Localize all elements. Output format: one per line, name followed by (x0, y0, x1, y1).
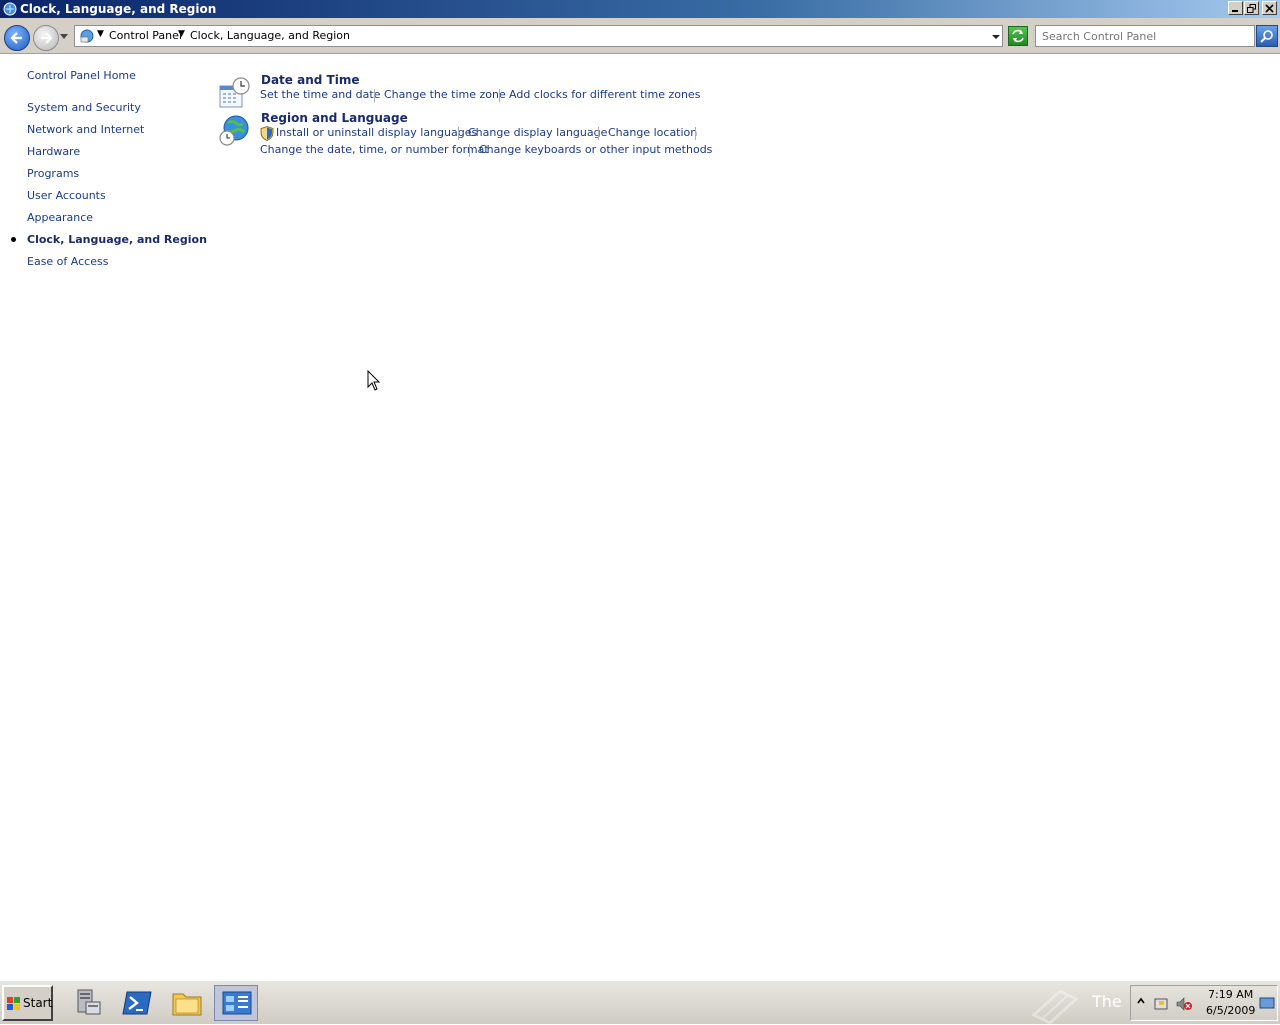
powershell-icon (122, 991, 152, 1015)
chevron-down-icon[interactable]: ▼ (97, 29, 104, 39)
task-separator (374, 89, 375, 102)
close-icon (1265, 4, 1274, 13)
minimize-icon (1232, 10, 1238, 12)
recent-pages-dropdown[interactable] (60, 34, 68, 39)
category-title-region-and-language[interactable]: Region and Language (261, 111, 408, 125)
shield-icon (260, 126, 274, 141)
chevron-down-icon[interactable]: ▼ (178, 29, 185, 39)
watermark-text: The Collection Book (1092, 992, 1128, 1011)
show-desktop-icon[interactable] (1259, 996, 1275, 1010)
calendar-clock-icon[interactable] (218, 76, 252, 110)
search-input[interactable] (1035, 25, 1255, 47)
category-title-date-and-time[interactable]: Date and Time (261, 73, 359, 87)
globe-clock-icon[interactable] (218, 113, 252, 147)
address-field[interactable]: ▼ Control Panel ▼ Clock, Language, and R… (74, 25, 1003, 47)
restore-icon (1247, 4, 1256, 13)
notification-area (1130, 985, 1278, 1021)
mouse-cursor-icon (367, 370, 381, 391)
clock-time[interactable]: 7:19 AM (1208, 988, 1253, 1001)
address-dropdown-icon[interactable] (990, 29, 1002, 43)
volume-muted-icon[interactable] (1175, 996, 1193, 1012)
title-bar[interactable]: Clock, Language, and Region (0, 0, 1280, 18)
task-add-clocks[interactable]: Add clocks for different time zones (509, 88, 700, 102)
window-title: Clock, Language, and Region (20, 2, 217, 16)
address-toolbar: ▼ Control Panel ▼ Clock, Language, and R… (0, 18, 1280, 54)
task-change-display-language[interactable]: Change display language (468, 126, 607, 140)
sidebar-item-network-and-internet[interactable]: Network and Internet (27, 123, 144, 137)
refresh-button[interactable] (1008, 26, 1028, 46)
task-separator (469, 144, 470, 157)
minimize-button[interactable] (1228, 1, 1243, 15)
task-separator (499, 89, 500, 102)
task-separator (695, 127, 696, 140)
sidebar-item-control-panel-home[interactable]: Control Panel Home (27, 69, 136, 83)
restore-button[interactable] (1244, 1, 1259, 15)
start-button[interactable]: Start (2, 985, 53, 1021)
control-panel-icon (80, 29, 94, 43)
sidebar-item-user-accounts[interactable]: User Accounts (27, 189, 106, 203)
taskbar-control-panel[interactable] (214, 985, 258, 1021)
windows-logo-icon (7, 997, 20, 1010)
taskbar-explorer[interactable] (165, 985, 209, 1021)
sidebar-item-ease-of-access[interactable]: Ease of Access (27, 255, 108, 269)
sidebar-item-appearance[interactable]: Appearance (27, 211, 93, 225)
server-manager-icon (77, 989, 101, 1015)
task-set-time-and-date[interactable]: Set the time and date (260, 88, 380, 102)
task-separator (598, 127, 599, 140)
sidebar-item-clock-language-region: Clock, Language, and Region (27, 233, 207, 246)
forward-button[interactable] (33, 25, 59, 51)
clock-date[interactable]: 6/5/2009 (1206, 1004, 1255, 1017)
task-change-time-zone[interactable]: Change the time zone (384, 88, 506, 102)
search-button[interactable] (1256, 25, 1278, 47)
arrow-right-icon (41, 32, 53, 44)
sidebar-item-hardware[interactable]: Hardware (27, 145, 80, 159)
taskbar-server-manager[interactable] (66, 985, 110, 1021)
breadcrumb-control-panel[interactable]: Control Panel (109, 29, 182, 43)
task-change-date-time-number-format[interactable]: Change the date, time, or number format (260, 143, 489, 157)
task-install-display-languages[interactable]: Install or uninstall display languages (276, 126, 477, 140)
control-panel-icon (222, 991, 252, 1015)
control-panel-icon (3, 2, 17, 16)
task-change-location[interactable]: Change location (608, 126, 697, 140)
taskbar: Start The Collection Bo (0, 980, 1280, 1025)
taskbar-powershell[interactable] (115, 985, 159, 1021)
active-bullet (11, 237, 16, 242)
back-button[interactable] (4, 25, 30, 51)
show-hidden-icons-icon[interactable] (1136, 996, 1146, 1010)
search-icon (1260, 30, 1273, 43)
breadcrumb-current[interactable]: Clock, Language, and Region (190, 29, 350, 43)
arrow-left-icon (10, 32, 22, 44)
close-button[interactable] (1262, 1, 1277, 15)
folder-icon (172, 993, 202, 1016)
sidebar-item-system-and-security[interactable]: System and Security (27, 101, 141, 115)
sidebar-item-programs[interactable]: Programs (27, 167, 79, 181)
task-change-keyboards[interactable]: Change keyboards or other input methods (479, 143, 712, 157)
refresh-icon (1012, 29, 1024, 43)
start-label: Start (23, 996, 53, 1010)
task-separator (458, 127, 459, 140)
action-center-flag-icon[interactable] (1153, 996, 1169, 1012)
